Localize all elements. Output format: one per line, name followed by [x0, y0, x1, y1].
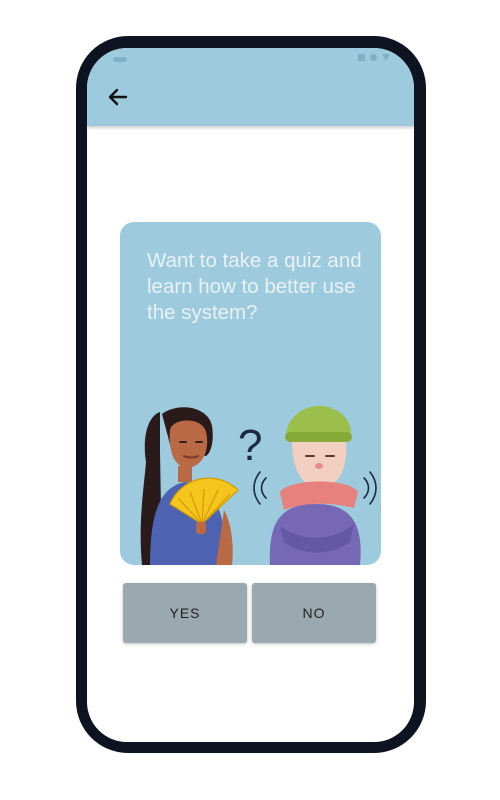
- man-figure: [253, 405, 377, 565]
- app-bar: [87, 48, 414, 126]
- question-mark-icon: ?: [238, 421, 262, 470]
- status-icons: [358, 54, 390, 61]
- signal-icon: [382, 54, 390, 61]
- arrow-left-icon: [108, 88, 128, 106]
- square-icon: [358, 54, 365, 61]
- woman-fanning-and-man-shivering-illustration: ?: [140, 405, 377, 565]
- phone-screen: Want to take a quiz and learn how to bet…: [87, 48, 414, 742]
- quiz-card: Want to take a quiz and learn how to bet…: [120, 222, 381, 565]
- back-button[interactable]: [105, 84, 131, 110]
- no-button[interactable]: NO: [252, 583, 376, 643]
- yes-button[interactable]: YES: [123, 583, 247, 643]
- status-indicator: [113, 57, 127, 62]
- status-bar: [87, 48, 414, 72]
- quiz-question: Want to take a quiz and learn how to bet…: [147, 249, 362, 324]
- circle-icon: [370, 54, 377, 61]
